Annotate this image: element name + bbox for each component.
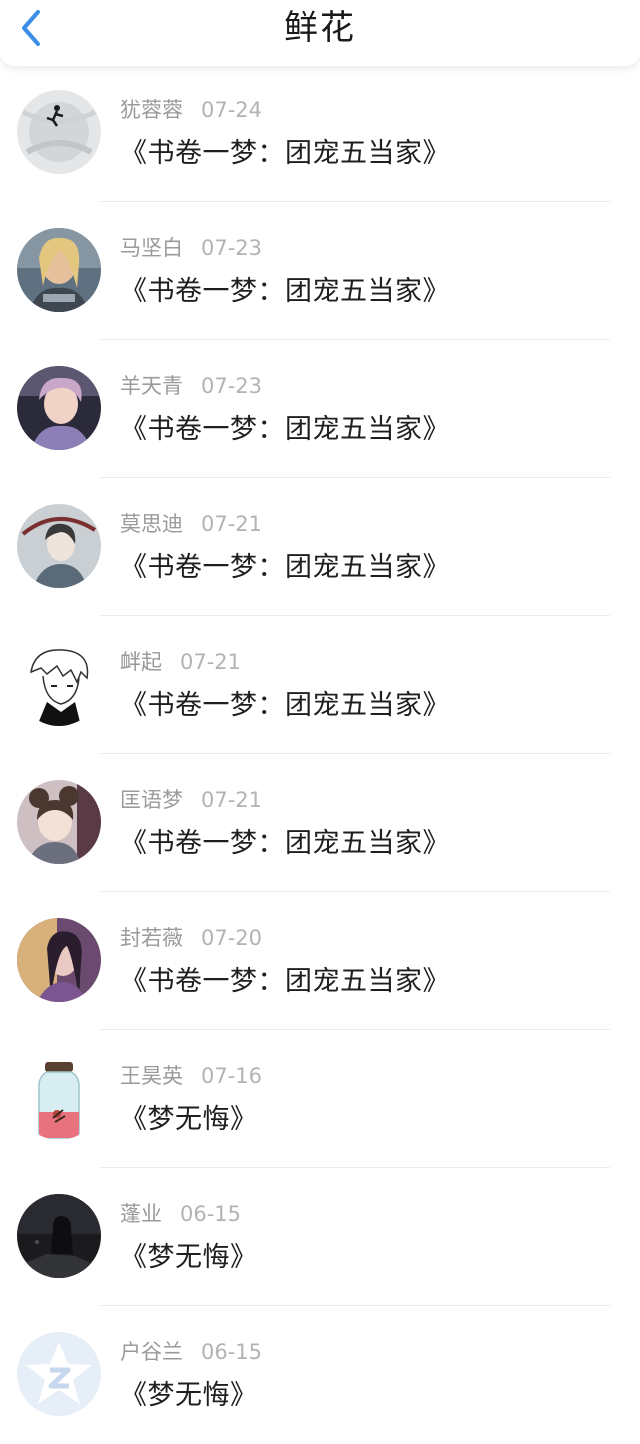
list-item[interactable]: 衅起 07-21 《书卷一梦：团宠五当家》 xyxy=(0,616,640,754)
sender-name: 莫思迪 xyxy=(120,512,183,536)
sender-info: 王昊英 07-16 xyxy=(120,1062,262,1090)
send-date: 07-21 xyxy=(201,512,263,536)
sender-name: 蓬业 xyxy=(120,1202,162,1226)
avatar[interactable] xyxy=(17,1332,101,1416)
list-item[interactable]: 封若薇 07-20 《书卷一梦：团宠五当家》 xyxy=(0,892,640,1030)
list-item[interactable]: 王昊英 07-16 《梦无悔》 xyxy=(0,1030,640,1168)
header-bar: 鲜花 xyxy=(0,0,640,66)
avatar[interactable] xyxy=(17,366,101,450)
book-title: 《书卷一梦：团宠五当家》 xyxy=(120,414,450,445)
book-title: 《书卷一梦：团宠五当家》 xyxy=(120,828,450,859)
send-date: 07-23 xyxy=(201,374,263,398)
page-title: 鲜花 xyxy=(284,8,356,48)
sender-name: 封若薇 xyxy=(120,926,183,950)
avatar[interactable] xyxy=(17,228,101,312)
send-date: 07-23 xyxy=(201,236,263,260)
send-date: 07-24 xyxy=(201,98,263,122)
sender-info: 羊天青 07-23 xyxy=(120,372,262,400)
sender-info: 莫思迪 07-21 xyxy=(120,510,262,538)
list-item[interactable]: 匡语梦 07-21 《书卷一梦：团宠五当家》 xyxy=(0,754,640,892)
sender-name: 衅起 xyxy=(120,650,162,674)
book-title: 《梦无悔》 xyxy=(120,1104,258,1135)
sender-name: 羊天青 xyxy=(120,374,183,398)
list-item[interactable]: 蓬业 06-15 《梦无悔》 xyxy=(0,1168,640,1306)
avatar[interactable] xyxy=(17,90,101,174)
book-title: 《书卷一梦：团宠五当家》 xyxy=(120,276,450,307)
sender-info: 犹蓉蓉 07-24 xyxy=(120,96,262,124)
sender-info: 匡语梦 07-21 xyxy=(120,786,262,814)
book-title: 《书卷一梦：团宠五当家》 xyxy=(120,138,450,169)
book-title: 《书卷一梦：团宠五当家》 xyxy=(120,690,450,721)
sender-info: 衅起 07-21 xyxy=(120,648,241,676)
avatar[interactable] xyxy=(17,1194,101,1278)
avatar[interactable] xyxy=(17,642,101,726)
send-date: 06-15 xyxy=(201,1340,263,1364)
sender-info: 马坚白 07-23 xyxy=(120,234,262,262)
flower-gift-list: 犹蓉蓉 07-24 《书卷一梦：团宠五当家》 马坚白 07-23 《书卷一梦：团宠五… xyxy=(0,64,640,1444)
book-title: 《梦无悔》 xyxy=(120,1380,258,1411)
book-title: 《梦无悔》 xyxy=(120,1242,258,1273)
list-item[interactable]: 羊天青 07-23 《书卷一梦：团宠五当家》 xyxy=(0,340,640,478)
send-date: 07-16 xyxy=(201,1064,263,1088)
sender-info: 户谷兰 06-15 xyxy=(120,1338,262,1366)
send-date: 07-20 xyxy=(201,926,263,950)
list-item[interactable]: 户谷兰 06-15 《梦无悔》 xyxy=(0,1306,640,1444)
send-date: 07-21 xyxy=(180,650,242,674)
book-title: 《书卷一梦：团宠五当家》 xyxy=(120,552,450,583)
send-date: 07-21 xyxy=(201,788,263,812)
send-date: 06-15 xyxy=(180,1202,242,1226)
list-item[interactable]: 莫思迪 07-21 《书卷一梦：团宠五当家》 xyxy=(0,478,640,616)
sender-name: 王昊英 xyxy=(120,1064,183,1088)
sender-name: 马坚白 xyxy=(120,236,183,260)
book-title: 《书卷一梦：团宠五当家》 xyxy=(120,966,450,997)
sender-name: 户谷兰 xyxy=(120,1340,183,1364)
avatar[interactable] xyxy=(17,780,101,864)
list-item[interactable]: 犹蓉蓉 07-24 《书卷一梦：团宠五当家》 xyxy=(0,64,640,202)
avatar[interactable] xyxy=(17,504,101,588)
sender-info: 封若薇 07-20 xyxy=(120,924,262,952)
sender-name: 犹蓉蓉 xyxy=(120,98,183,122)
avatar[interactable] xyxy=(17,918,101,1002)
sender-name: 匡语梦 xyxy=(120,788,183,812)
sender-info: 蓬业 06-15 xyxy=(120,1200,241,1228)
list-item[interactable]: 马坚白 07-23 《书卷一梦：团宠五当家》 xyxy=(0,202,640,340)
avatar[interactable] xyxy=(17,1056,101,1140)
